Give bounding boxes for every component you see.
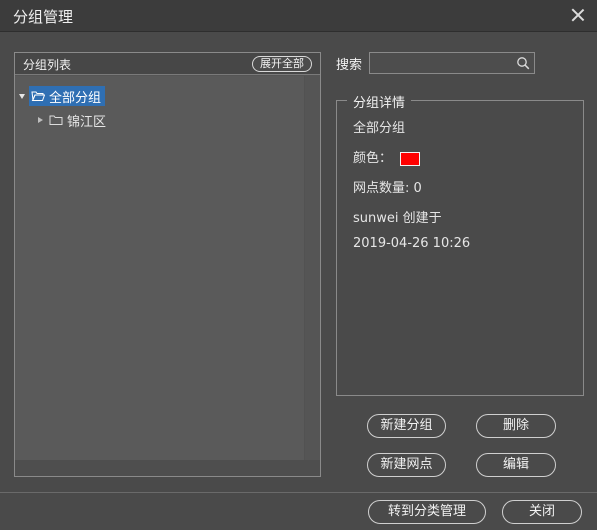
group-details: 分组详情 全部分组 颜色： 网点数量: 0 sunwei 创建于 2019-04…	[336, 92, 584, 396]
tree-node-selected[interactable]: 全部分组	[29, 86, 106, 106]
expand-all-button[interactable]: 展开全部	[252, 56, 312, 72]
tree-node-label: 锦江区	[67, 114, 107, 130]
window-title: 分组管理	[13, 8, 74, 26]
group-tree: 全部分组 锦江区	[15, 76, 304, 461]
detail-group-name: 全部分组	[353, 121, 406, 136]
tree-node-label: 全部分组	[49, 90, 102, 106]
search-input[interactable]	[369, 52, 535, 74]
edit-button[interactable]: 编辑	[476, 453, 556, 477]
detail-creator: sunwei 创建于	[353, 211, 442, 226]
detail-created-at: 2019-04-26 10:26	[353, 236, 471, 251]
horizontal-scrollbar[interactable]	[15, 460, 320, 476]
folder-open-icon	[31, 91, 45, 101]
footer-divider	[0, 492, 597, 493]
new-site-button[interactable]: 新建网点	[367, 453, 446, 477]
delete-button[interactable]: 删除	[476, 414, 556, 438]
search-icon[interactable]	[516, 56, 530, 70]
new-group-button[interactable]: 新建分组	[367, 414, 446, 438]
detail-site-count: 网点数量: 0	[353, 181, 422, 196]
group-list-panel: 分组列表 展开全部 全部分组 锦江区	[14, 52, 321, 477]
close-icon[interactable]	[567, 4, 589, 26]
color-label: 颜色：	[353, 151, 393, 166]
folder-icon	[49, 115, 63, 125]
tree-node-all-groups[interactable]: 全部分组	[19, 86, 106, 106]
caret-down-icon[interactable]	[19, 93, 25, 99]
close-button[interactable]: 关闭	[502, 500, 582, 524]
detail-color: 颜色：	[353, 147, 421, 166]
vertical-scrollbar[interactable]	[304, 76, 320, 461]
color-swatch	[400, 151, 421, 166]
category-manage-button[interactable]: 转到分类管理	[368, 500, 486, 524]
caret-right-icon[interactable]	[38, 117, 43, 123]
title-bar: 分组管理	[0, 0, 597, 32]
group-list-header: 分组列表 展开全部	[15, 53, 320, 75]
details-legend: 分组详情	[347, 92, 412, 111]
tree-node-jinjiang[interactable]: 锦江区	[38, 110, 106, 130]
search-label: 搜索	[336, 58, 363, 73]
group-list-title: 分组列表	[23, 58, 72, 72]
